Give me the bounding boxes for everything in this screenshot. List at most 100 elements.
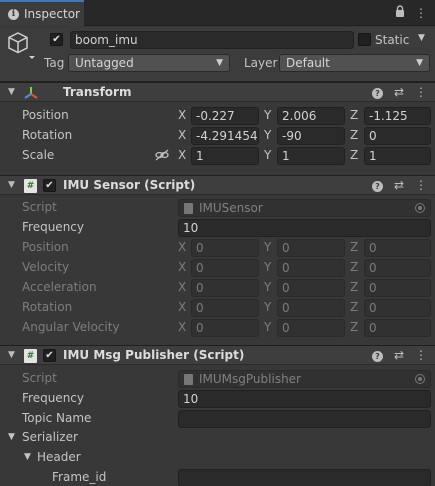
- serializer-foldout-row[interactable]: ▼ Serializer: [0, 428, 435, 448]
- gameobject-cube-icon[interactable]: [8, 31, 36, 64]
- imu-publisher-frequency-field[interactable]: 10: [178, 390, 431, 408]
- topic-name-field[interactable]: [178, 410, 431, 428]
- scale-y-field[interactable]: 1: [277, 147, 345, 165]
- script-value: IMUMsgPublisher: [199, 372, 301, 386]
- script-file-icon: [184, 374, 193, 385]
- imu-acceleration-z-field: 0: [364, 279, 431, 297]
- transform-axis-icon: [24, 86, 38, 103]
- imu-angular-velocity-z-field: 0: [364, 319, 431, 337]
- scale-z-field[interactable]: 1: [364, 147, 431, 165]
- imu-position-x-field: 0: [191, 239, 259, 257]
- imu-rotation-row: Rotation X 0 Y 0 Z 0: [0, 298, 435, 318]
- layer-value: Default: [286, 56, 330, 70]
- preset-sliders-icon[interactable]: ⇄: [394, 85, 404, 99]
- imu-angular-velocity-y-field: 0: [277, 319, 345, 337]
- axis-x-label: X: [178, 240, 187, 254]
- axis-x-label: X: [178, 280, 187, 294]
- static-checkbox[interactable]: [358, 33, 371, 46]
- preset-sliders-icon[interactable]: ⇄: [394, 348, 404, 362]
- imu-publisher-enabled-checkbox[interactable]: ✔: [43, 349, 56, 362]
- fold-arrow-icon[interactable]: ▼: [8, 87, 15, 97]
- tag-dropdown[interactable]: Untagged ▼: [68, 54, 230, 72]
- object-picker-icon[interactable]: [415, 203, 425, 213]
- imu-publisher-script-row: Script IMUMsgPublisher: [0, 369, 435, 389]
- csharp-script-icon: #: [24, 179, 37, 193]
- object-picker-icon[interactable]: [415, 374, 425, 384]
- axis-x-label: X: [178, 320, 187, 334]
- axis-x-label: X: [178, 128, 187, 142]
- inspector-tab[interactable]: i Inspector: [0, 0, 84, 26]
- more-options-icon[interactable]: ⋮: [415, 178, 427, 192]
- imu-velocity-row: Velocity X 0 Y 0 Z 0: [0, 258, 435, 278]
- header-foldout-row[interactable]: ▼ Header: [0, 448, 435, 468]
- help-icon[interactable]: ?: [371, 181, 383, 192]
- field-label: Script: [22, 371, 57, 385]
- gameobject-active-checkbox[interactable]: ✔: [50, 33, 63, 46]
- field-label: Topic Name: [22, 411, 92, 425]
- imu-sensor-header[interactable]: ▼ # ✔ IMU Sensor (Script) ? ⇄ ⋮: [0, 175, 435, 195]
- preset-sliders-icon[interactable]: ⇄: [394, 178, 404, 192]
- axis-z-label: Z: [350, 148, 359, 162]
- transform-header[interactable]: ▼ Transform ? ⇄ ⋮: [0, 82, 435, 102]
- imu-publisher-title: IMU Msg Publisher (Script): [63, 348, 245, 362]
- constrain-proportions-link-icon[interactable]: [155, 149, 169, 164]
- tag-value: Untagged: [75, 56, 134, 70]
- help-icon[interactable]: ?: [371, 351, 383, 362]
- axis-z-label: Z: [350, 240, 359, 254]
- imu-position-y-field: 0: [277, 239, 345, 257]
- field-label: Angular Velocity: [22, 320, 120, 334]
- field-label: Position: [22, 240, 69, 254]
- axis-y-label: Y: [264, 320, 272, 334]
- position-x-field[interactable]: -0.227: [191, 107, 259, 125]
- static-dropdown-arrow-icon[interactable]: ▼: [418, 33, 425, 43]
- help-icon[interactable]: ?: [371, 88, 383, 99]
- csharp-script-icon: #: [24, 349, 37, 363]
- imu-position-z-field: 0: [364, 239, 431, 257]
- rotation-x-field[interactable]: -4.291454: [191, 127, 259, 145]
- scale-x-field[interactable]: 1: [191, 147, 259, 165]
- imu-rotation-y-field: 0: [277, 299, 345, 317]
- imu-sensor-frequency-field[interactable]: 10: [178, 219, 431, 237]
- imu-angular-velocity-row: Angular Velocity X 0 Y 0 Z 0: [0, 318, 435, 338]
- more-options-icon[interactable]: ⋮: [415, 85, 427, 99]
- position-y-field[interactable]: 2.006: [277, 107, 345, 125]
- imu-acceleration-row: Acceleration X 0 Y 0 Z 0: [0, 278, 435, 298]
- axis-x-label: X: [178, 148, 187, 162]
- axis-z-label: Z: [350, 128, 359, 142]
- fold-arrow-icon[interactable]: ▼: [24, 452, 31, 462]
- inspector-tab-label: Inspector: [24, 7, 80, 21]
- frame-id-field[interactable]: [178, 469, 431, 486]
- imu-publisher-topic-row: Topic Name: [0, 409, 435, 429]
- axis-y-label: Y: [264, 128, 272, 142]
- axis-z-label: Z: [350, 320, 359, 334]
- imu-sensor-enabled-checkbox[interactable]: ✔: [43, 179, 56, 192]
- transform-title: Transform: [63, 85, 132, 99]
- field-label: Scale: [22, 148, 55, 162]
- field-label: Rotation: [22, 128, 73, 142]
- rotation-z-field[interactable]: 0: [364, 127, 431, 145]
- imu-publisher-header[interactable]: ▼ # ✔ IMU Msg Publisher (Script) ? ⇄ ⋮: [0, 345, 435, 365]
- script-file-icon: [184, 203, 193, 214]
- imu-position-row: Position X 0 Y 0 Z 0: [0, 238, 435, 258]
- static-label: Static: [375, 33, 410, 47]
- gameobject-name-field[interactable]: boom_imu: [70, 31, 354, 49]
- position-z-field[interactable]: -1.125: [364, 107, 431, 125]
- axis-y-label: Y: [264, 300, 272, 314]
- field-label: Acceleration: [22, 280, 97, 294]
- axis-z-label: Z: [350, 108, 359, 122]
- rotation-y-field[interactable]: -90: [277, 127, 345, 145]
- imu-sensor-script-field: IMUSensor: [178, 199, 431, 217]
- chevron-down-icon: ▼: [416, 58, 423, 68]
- imu-angular-velocity-x-field: 0: [191, 319, 259, 337]
- transform-rotation-row: Rotation X -4.291454 Y -90 Z 0: [0, 126, 435, 146]
- fold-arrow-icon[interactable]: ▼: [8, 432, 15, 442]
- fold-arrow-icon[interactable]: ▼: [8, 350, 15, 360]
- fold-arrow-icon[interactable]: ▼: [8, 180, 15, 190]
- more-options-icon[interactable]: ⋮: [415, 6, 427, 20]
- layer-dropdown[interactable]: Default ▼: [279, 54, 430, 72]
- more-options-icon[interactable]: ⋮: [415, 348, 427, 362]
- axis-y-label: Y: [264, 108, 272, 122]
- axis-z-label: Z: [350, 260, 359, 274]
- field-label: Velocity: [22, 260, 70, 274]
- lock-icon[interactable]: [395, 5, 405, 20]
